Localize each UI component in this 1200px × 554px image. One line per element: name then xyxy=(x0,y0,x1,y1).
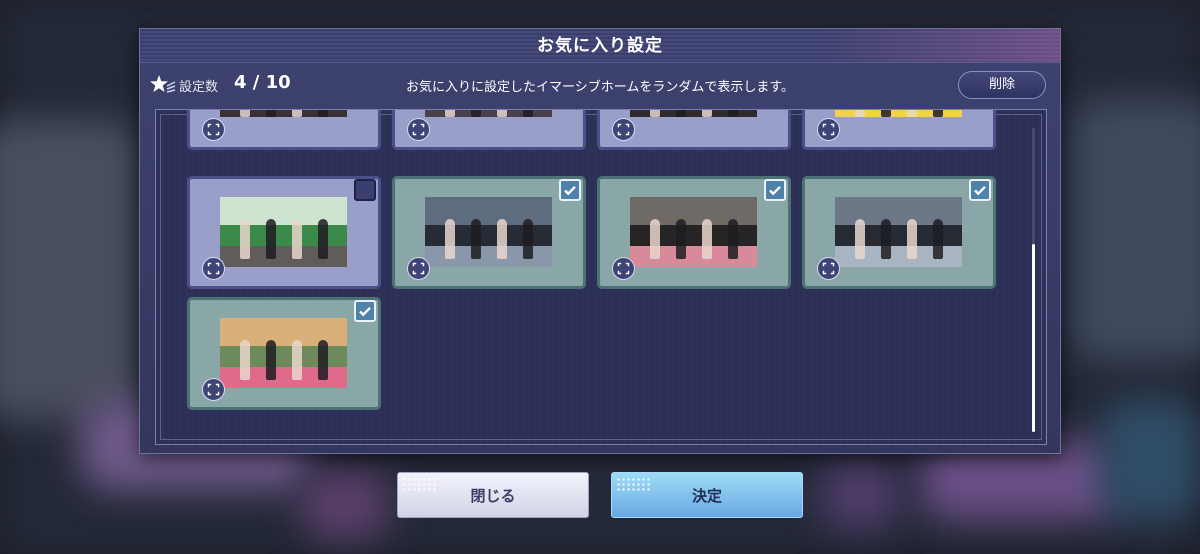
home-thumbnail xyxy=(425,110,552,117)
expand-icon[interactable] xyxy=(817,257,840,280)
character-figure xyxy=(445,110,455,117)
character-figure xyxy=(497,219,507,259)
home-card[interactable] xyxy=(187,110,381,150)
character-figure xyxy=(702,110,712,117)
character-figure xyxy=(240,340,250,380)
expand-icon[interactable] xyxy=(612,118,635,141)
character-figure xyxy=(266,219,276,259)
character-figure xyxy=(855,110,865,117)
home-thumbnail xyxy=(425,197,552,267)
character-figure xyxy=(240,219,250,259)
character-figure xyxy=(266,340,276,380)
character-figure xyxy=(650,110,660,117)
character-figure xyxy=(523,219,533,259)
home-thumbnail xyxy=(630,197,757,267)
checkbox-checked-icon[interactable] xyxy=(764,179,786,201)
character-figure xyxy=(523,110,533,117)
character-figure xyxy=(318,110,328,117)
home-card[interactable] xyxy=(187,297,381,410)
expand-icon[interactable] xyxy=(817,118,840,141)
home-grid[interactable] xyxy=(155,109,1047,445)
home-thumbnail xyxy=(220,318,347,388)
decide-button[interactable]: 決定 xyxy=(611,472,803,518)
home-thumbnail xyxy=(220,197,347,267)
checkbox-checked-icon[interactable] xyxy=(354,300,376,322)
expand-icon[interactable] xyxy=(202,378,225,401)
character-figure xyxy=(471,110,481,117)
button-dots-decoration xyxy=(402,477,436,493)
character-figure xyxy=(728,219,738,259)
expand-icon[interactable] xyxy=(202,257,225,280)
character-figure xyxy=(497,110,507,117)
dialog-title: お気に入り設定 xyxy=(537,36,663,56)
character-figure xyxy=(907,110,917,117)
character-figure xyxy=(702,219,712,259)
expand-icon[interactable] xyxy=(407,118,430,141)
close-button-label: 閉じる xyxy=(470,487,516,505)
home-card[interactable] xyxy=(392,110,586,150)
character-figure xyxy=(445,219,455,259)
home-card[interactable] xyxy=(392,176,586,289)
character-figure xyxy=(650,219,660,259)
home-card[interactable] xyxy=(802,110,996,150)
character-figure xyxy=(881,110,891,117)
character-figure xyxy=(318,219,328,259)
home-thumbnail xyxy=(220,110,347,117)
favorite-settings-dialog: お気に入り設定 設定数 4 / 10 お気に入りに設定したイマーシブホームをラン… xyxy=(139,28,1061,454)
expand-icon[interactable] xyxy=(202,118,225,141)
character-figure xyxy=(266,110,276,117)
home-thumbnail xyxy=(835,110,962,117)
description-text: お気に入りに設定したイマーシブホームをランダムで表示します。 xyxy=(405,80,795,95)
home-thumbnail xyxy=(835,197,962,267)
character-figure xyxy=(881,219,891,259)
home-card[interactable] xyxy=(597,110,791,150)
checkbox-checked-icon[interactable] xyxy=(969,179,991,201)
checkbox-unchecked-icon[interactable] xyxy=(354,179,376,201)
character-figure xyxy=(907,219,917,259)
close-button[interactable]: 閉じる xyxy=(397,472,589,518)
home-card[interactable] xyxy=(802,176,996,289)
character-figure xyxy=(933,219,943,259)
character-figure xyxy=(292,219,302,259)
character-figure xyxy=(933,110,943,117)
character-figure xyxy=(318,340,328,380)
delete-button[interactable]: 削除 xyxy=(958,71,1046,99)
expand-icon[interactable] xyxy=(407,257,430,280)
character-figure xyxy=(292,340,302,380)
home-thumbnail xyxy=(630,110,757,117)
character-figure xyxy=(728,110,738,117)
character-figure xyxy=(240,110,250,117)
character-figure xyxy=(855,219,865,259)
character-figure xyxy=(471,219,481,259)
info-row: 設定数 4 / 10 お気に入りに設定したイマーシブホームをランダムで表示します… xyxy=(140,69,1060,101)
button-dots-decoration xyxy=(616,477,650,493)
decide-button-label: 決定 xyxy=(691,487,722,505)
home-card[interactable] xyxy=(187,176,381,289)
character-figure xyxy=(292,110,302,117)
scrollbar-thumb[interactable] xyxy=(1032,244,1035,432)
expand-icon[interactable] xyxy=(612,257,635,280)
checkbox-checked-icon[interactable] xyxy=(559,179,581,201)
character-figure xyxy=(676,219,686,259)
home-card[interactable] xyxy=(597,176,791,289)
character-figure xyxy=(676,110,686,117)
